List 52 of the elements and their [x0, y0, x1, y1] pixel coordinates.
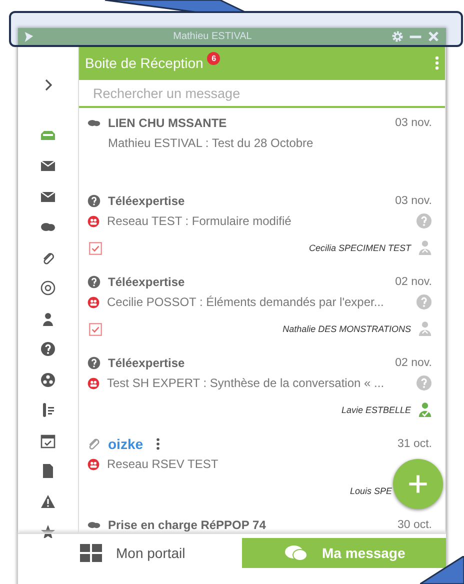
- message-title: Téléexpertise: [108, 356, 185, 370]
- signer-name: Cecilia SPECIMEN TEST: [308, 243, 411, 253]
- group-icon: [87, 458, 100, 470]
- task-checkbox[interactable]: [89, 242, 102, 254]
- group-icon: [87, 214, 100, 228]
- plus-icon: [407, 473, 429, 495]
- sidebar-document-icon[interactable]: [40, 463, 56, 479]
- question-icon: [416, 375, 432, 391]
- paperclip-icon: [87, 437, 101, 451]
- message-preview: Reseau RSEV TEST: [107, 457, 218, 471]
- message-date: 02 nov.: [395, 357, 432, 369]
- sidebar-warning-icon[interactable]: [40, 494, 56, 510]
- message-title: Téléexpertise: [108, 275, 185, 289]
- message-link[interactable]: oizke: [108, 436, 144, 452]
- question-icon: [416, 213, 432, 229]
- sidebar-network-icon[interactable]: [40, 372, 56, 388]
- chat-icon: [284, 544, 308, 562]
- question-icon: [87, 194, 101, 208]
- message-preview: Test SH EXPERT : Synthèse de la conversation « ...: [107, 376, 384, 390]
- logo-icon: [24, 30, 34, 42]
- unread-count-badge: 6: [207, 52, 220, 65]
- message-date: 30 oct.: [397, 519, 432, 531]
- messaging-tab[interactable]: Ma message: [242, 538, 446, 568]
- task-checkbox[interactable]: [89, 322, 102, 336]
- message-title: LIEN CHU MSSANTE: [108, 116, 227, 130]
- callout-arrow: [420, 556, 464, 584]
- group-icon: [87, 376, 100, 390]
- signer-name: Louis SPE: [350, 486, 392, 496]
- signer-name: Nathalie DES MONSTRATIONS: [282, 324, 411, 334]
- message-preview: Cecilie POSSOT : Éléments demandés par l'exper...: [107, 295, 384, 309]
- inbox-title: Boite de Réception: [85, 54, 204, 70]
- message-date: 02 nov.: [395, 276, 432, 288]
- signer-name: Lavie ESTBELLE: [341, 405, 411, 415]
- sidebar-question-icon[interactable]: [40, 341, 56, 357]
- sidebar-person-icon[interactable]: [40, 310, 56, 326]
- message-date: 03 nov.: [395, 195, 432, 207]
- question-icon: [87, 356, 101, 370]
- sidebar-calendar-icon[interactable]: [40, 432, 56, 448]
- sidebar-envelope-icon[interactable]: [40, 158, 56, 174]
- sidebar-at-icon[interactable]: [40, 280, 56, 296]
- group-icon: [87, 296, 100, 308]
- message-preview: Reseau TEST : Formulaire modifié: [107, 214, 292, 228]
- message-date: 03 nov.: [395, 117, 432, 129]
- question-icon: [87, 275, 101, 289]
- window-title: Mathieu ESTIVAL: [172, 31, 253, 42]
- more-options-icon[interactable]: [156, 437, 160, 451]
- message-preview: Mathieu ESTIVAL : Test du 28 Octobre: [108, 136, 314, 150]
- message-date: 31 oct.: [397, 438, 432, 450]
- question-icon: [416, 294, 432, 310]
- message-title: Prise en charge RéPPOP 74: [108, 518, 266, 532]
- message-title: Téléexpertise: [108, 194, 185, 208]
- grid-icon: [80, 544, 102, 562]
